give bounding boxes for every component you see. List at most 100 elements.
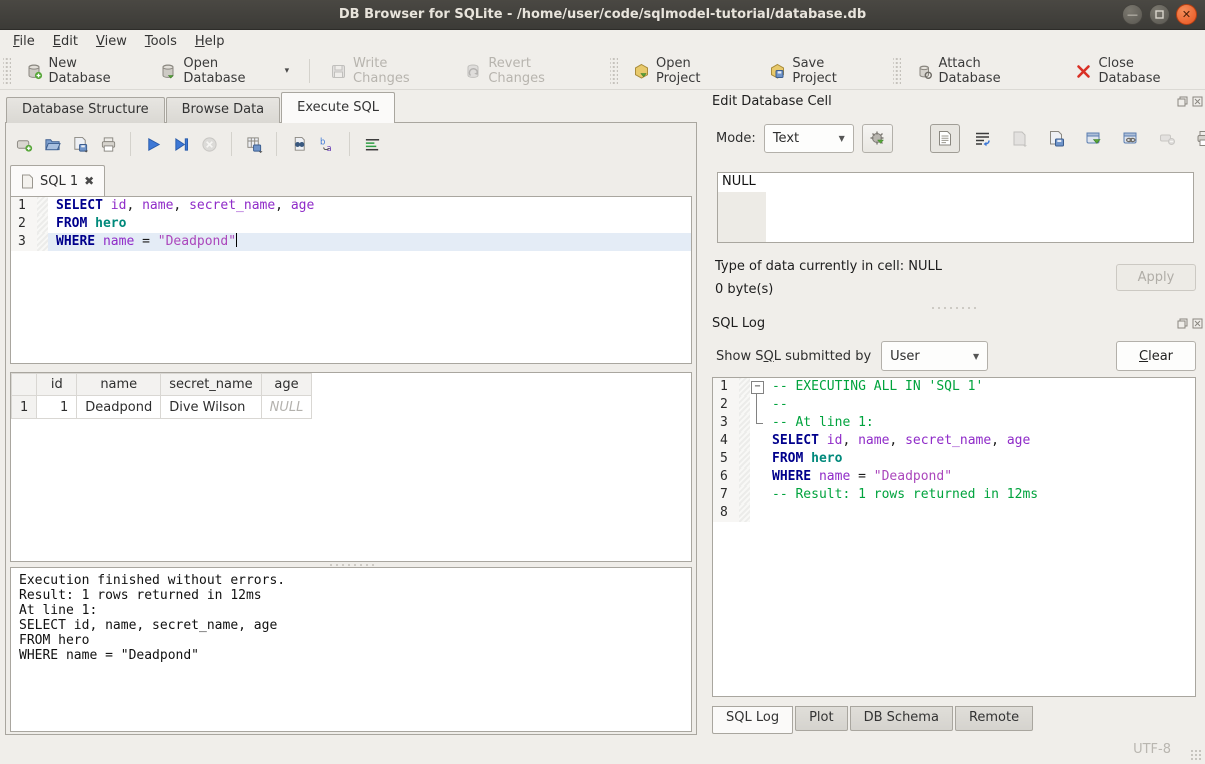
submitted-by-select[interactable]: User ▼ — [881, 341, 988, 371]
execute-line-button[interactable] — [167, 130, 195, 158]
dock-tab-sql-log[interactable]: SQL Log — [712, 706, 793, 734]
tab-execute-sql[interactable]: Execute SQL — [281, 92, 395, 123]
toolbar-handle[interactable] — [3, 58, 11, 84]
code-line[interactable]: 3WHERE name = "Deadpond" — [11, 233, 691, 251]
column-header-id[interactable]: id — [37, 374, 77, 396]
find-button[interactable] — [285, 130, 313, 158]
cell-age[interactable]: NULL — [261, 396, 312, 419]
column-header-secret-name[interactable]: secret_name — [161, 374, 261, 396]
attach-database-button[interactable]: Attach Database — [904, 51, 1052, 91]
splitter-handle[interactable] — [930, 306, 976, 310]
cell-value: NULL — [722, 174, 756, 189]
export-cell-data-button[interactable] — [1041, 124, 1071, 153]
execute-all-icon — [145, 136, 162, 153]
new-sql-tab-button[interactable] — [10, 130, 38, 158]
auto-format-button[interactable] — [358, 130, 386, 158]
tab-browse-data[interactable]: Browse Data — [166, 97, 281, 123]
sql-editor[interactable]: 1SELECT id, name, secret_name, age2FROM … — [10, 196, 692, 364]
corner-header[interactable] — [12, 374, 37, 396]
dock-tab-db-schema[interactable]: DB Schema — [850, 706, 953, 731]
menu-tools[interactable]: Tools — [136, 32, 186, 51]
sql-file-tab[interactable]: SQL 1 ✖ — [10, 165, 105, 196]
toolbar-handle[interactable] — [893, 58, 901, 84]
execute-line-icon — [173, 136, 190, 153]
column-header-name[interactable]: name — [77, 374, 161, 396]
code-line[interactable]: 6WHERE name = "Deadpond" — [713, 468, 1195, 486]
revert-changes-button[interactable]: Revert Changes — [453, 51, 596, 91]
close-dock-icon[interactable] — [1191, 317, 1203, 329]
resize-grip[interactable] — [1190, 749, 1202, 761]
cell-name[interactable]: Deadpond — [77, 396, 161, 419]
fold-marker[interactable] — [750, 378, 764, 396]
execution-message-box[interactable]: Execution finished without errors. Resul… — [10, 567, 692, 732]
import-cell-data-button[interactable] — [1004, 124, 1034, 153]
open-database-button[interactable]: Open Database ▾ — [148, 51, 301, 91]
replace-button[interactable]: b a — [313, 130, 341, 158]
minimize-button[interactable]: — — [1122, 4, 1143, 25]
status-bar: UTF-8 — [0, 735, 1205, 764]
open-project-button[interactable]: Open Project — [621, 51, 745, 91]
column-header-age[interactable]: age — [261, 374, 312, 396]
close-database-button[interactable]: Close Database — [1063, 51, 1205, 91]
sql-file-tab-bar: SQL 1 ✖ — [10, 165, 690, 196]
main-tab-bar: Database Structure Browse Data Execute S… — [6, 92, 396, 123]
print-sql-button[interactable] — [94, 130, 122, 158]
toolbar-handle[interactable] — [610, 58, 618, 84]
float-dock-icon[interactable] — [1176, 317, 1188, 329]
open-sql-file-button[interactable] — [38, 130, 66, 158]
open-in-external-button[interactable] — [1078, 124, 1108, 153]
close-button[interactable]: ✕ — [1176, 4, 1197, 25]
open-database-dropdown-icon[interactable]: ▾ — [285, 66, 290, 76]
save-project-button[interactable]: Save Project — [757, 51, 879, 91]
code-line[interactable]: 2FROM hero — [11, 215, 691, 233]
copy-url-button[interactable] — [1115, 124, 1145, 153]
code-line[interactable]: 1SELECT id, name, secret_name, age — [11, 197, 691, 215]
import-icon — [1011, 130, 1028, 147]
float-dock-icon[interactable] — [1176, 95, 1188, 107]
fold-marker — [750, 468, 764, 486]
maximize-button[interactable] — [1149, 4, 1170, 25]
save-sql-file-button[interactable] — [66, 130, 94, 158]
code-line[interactable]: 1-- EXECUTING ALL IN 'SQL 1' — [713, 378, 1195, 396]
new-database-icon — [26, 63, 43, 80]
menu-file[interactable]: File — [4, 32, 44, 51]
auto-switch-mode-button[interactable] — [862, 124, 893, 153]
new-database-button[interactable]: New Database — [14, 51, 149, 91]
close-sql-tab-icon[interactable]: ✖ — [84, 174, 94, 188]
mode-row: Mode: Text ▼ — [716, 124, 893, 153]
encoding-indicator: UTF-8 — [1133, 742, 1171, 757]
code-line[interactable]: 7-- Result: 1 rows returned in 12ms — [713, 486, 1195, 504]
print-cell-button[interactable] — [1189, 124, 1205, 153]
fold-marker — [750, 504, 764, 522]
tab-database-structure[interactable]: Database Structure — [6, 97, 165, 123]
sql-log-view[interactable]: 1-- EXECUTING ALL IN 'SQL 1'2--3-- At li… — [712, 377, 1196, 697]
code-line[interactable]: 2-- — [713, 396, 1195, 414]
set-null-button[interactable] — [1152, 124, 1182, 153]
cell-editor-toolbar — [930, 124, 1205, 153]
code-line[interactable]: 5FROM hero — [713, 450, 1195, 468]
table-row: 1 1 Deadpond Dive Wilson NULL — [12, 396, 312, 419]
save-results-button[interactable] — [240, 130, 268, 158]
write-changes-button[interactable]: Write Changes — [318, 51, 453, 91]
menu-edit[interactable]: Edit — [44, 32, 87, 51]
stop-execution-button[interactable] — [195, 130, 223, 158]
apply-button[interactable]: Apply — [1116, 264, 1196, 291]
mode-select[interactable]: Text ▼ — [764, 124, 854, 153]
row-header[interactable]: 1 — [12, 396, 37, 419]
code-line[interactable]: 3-- At line 1: — [713, 414, 1195, 432]
cell-value-editor[interactable]: NULL — [717, 172, 1194, 243]
cell-id[interactable]: 1 — [37, 396, 77, 419]
code-line[interactable]: 4SELECT id, name, secret_name, age — [713, 432, 1195, 450]
execute-all-button[interactable] — [139, 130, 167, 158]
clear-log-button[interactable]: Clear — [1116, 341, 1196, 371]
results-grid: id name secret_name age 1 1 Deadpond Div… — [10, 372, 692, 562]
code-line[interactable]: 8 — [713, 504, 1195, 522]
text-mode-button[interactable] — [930, 124, 960, 153]
dock-tab-remote[interactable]: Remote — [955, 706, 1033, 731]
menu-view[interactable]: View — [87, 32, 136, 51]
cell-secret-name[interactable]: Dive Wilson — [161, 396, 261, 419]
close-dock-icon[interactable] — [1191, 95, 1203, 107]
dock-tab-plot[interactable]: Plot — [795, 706, 848, 731]
menu-help[interactable]: Help — [186, 32, 234, 51]
word-wrap-button[interactable] — [967, 124, 997, 153]
